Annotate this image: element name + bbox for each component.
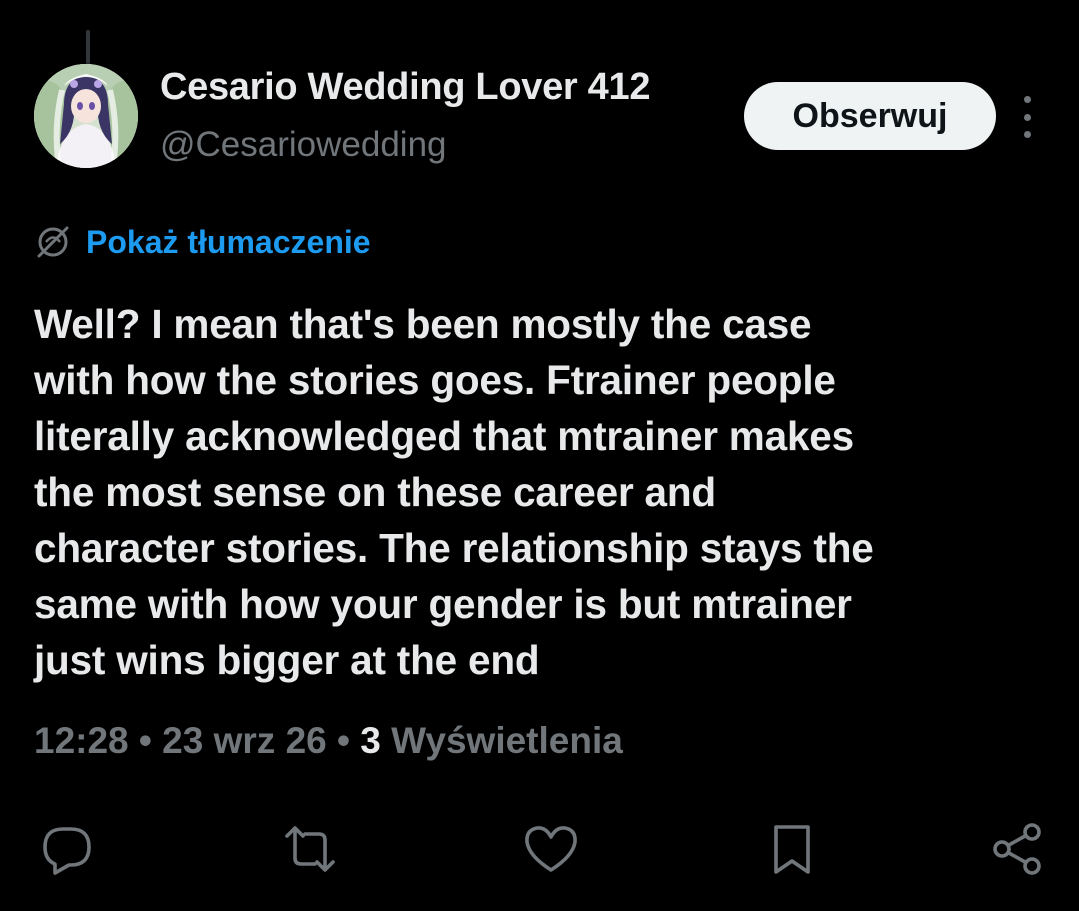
author-display-name[interactable]: Cesario Wedding Lover 412 (160, 66, 650, 109)
bookmark-button[interactable] (757, 814, 827, 884)
show-translation-label: Pokaż tłumaczenie (86, 223, 371, 260)
avatar-anime-bride-image (34, 64, 138, 168)
author-avatar[interactable] (34, 64, 138, 168)
share-button[interactable] (982, 814, 1052, 884)
share-icon (993, 823, 1041, 875)
author-handle[interactable]: @Cesariowedding (160, 125, 447, 165)
heart-icon (525, 826, 577, 872)
bookmark-icon (774, 825, 810, 874)
reply-button[interactable] (32, 814, 102, 884)
tweet-text-line: Well? I mean that's been mostly the case (34, 301, 812, 347)
tweet-text-line: same with how your gender is but mtraine… (34, 581, 852, 627)
thread-connector-line (86, 30, 90, 64)
meta-separator: • (337, 720, 350, 761)
tweet-text-line: character stories. The relationship stay… (34, 525, 874, 571)
more-vertical-icon[interactable] (1012, 96, 1042, 138)
repost-button[interactable] (275, 814, 345, 884)
show-translation-link[interactable]: Pokaż tłumaczenie (34, 222, 371, 262)
tweet-date[interactable]: 23 wrz 26 (162, 720, 327, 761)
tweet-text-line: literally acknowledged that mtrainer mak… (34, 413, 854, 459)
more-dot (1023, 96, 1031, 103)
repost-icon (285, 826, 335, 872)
tweet-text-line: the most sense on these career and (34, 469, 716, 515)
tweet-text-line: with how the stories goes. Ftrainer peop… (34, 357, 836, 403)
more-dot (1023, 131, 1031, 138)
tweet-text-line: just wins bigger at the end (34, 637, 540, 683)
globe-translate-icon (34, 223, 72, 261)
tweet-meta: 12:28 • 23 wrz 26 • 3 Wyświetlenia (34, 720, 623, 762)
views-label[interactable]: Wyświetlenia (391, 720, 623, 761)
views-count: 3 (360, 720, 381, 761)
more-dot (1023, 113, 1031, 121)
tweet-action-bar (0, 814, 1079, 884)
tweet-time[interactable]: 12:28 (34, 720, 129, 761)
like-button[interactable] (516, 814, 586, 884)
reply-bubble-icon (43, 827, 91, 875)
meta-separator: • (138, 720, 152, 761)
follow-button[interactable]: Obserwuj (744, 82, 996, 150)
tweet-text: Well? I mean that's been mostly the case… (34, 296, 1044, 688)
